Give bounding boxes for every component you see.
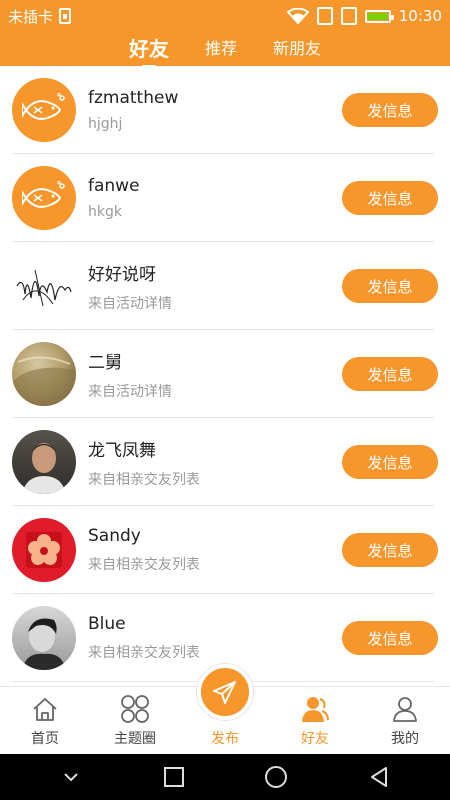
status-left: 未插卡 [8,6,72,27]
system-nav-bar [0,754,450,800]
carrier-text: 未插卡 [8,7,54,26]
list-item[interactable]: fzmatthew hjghj 发信息 [0,66,450,154]
top-bar: 未插卡 10:30 好友 推荐 新朋友 [0,0,450,66]
nav-publish-label: 发布 [211,731,239,747]
paper-plane-icon [213,681,236,704]
list-item[interactable]: 二舅 来自活动详情 发信息 [0,330,450,418]
nav-home[interactable]: 首页 [0,687,90,754]
status-time: 10:30 [398,7,442,25]
friends-icon [300,694,330,724]
friend-info: 好好说呀 来自活动详情 [88,260,342,313]
avatar[interactable] [12,430,76,494]
avatar[interactable] [12,254,76,318]
person-icon [390,694,420,724]
friend-info: 龙飞凤舞 来自相亲交友列表 [88,436,342,489]
friend-info: Blue 来自相亲交友列表 [88,614,342,662]
friend-name: fzmatthew [88,88,179,108]
recents-square-icon[interactable] [156,759,192,795]
header-tabs: 好友 推荐 新朋友 [0,32,450,66]
flower-icon [26,532,62,568]
signal-icon [316,7,333,25]
send-message-button[interactable]: 发信息 [342,621,438,655]
friend-source: 来自相亲交友列表 [88,471,200,488]
signature-avatar-icon [16,269,72,307]
nav-home-label: 首页 [31,731,59,747]
friend-name: 二舅 [88,352,122,373]
tab-friends[interactable]: 好友 [129,33,169,66]
friend-info: fzmatthew hjghj [88,88,342,132]
sim-icon [59,8,72,24]
grid-circles-icon [120,694,150,724]
friend-source: 来自活动详情 [88,295,172,312]
send-message-button[interactable]: 发信息 [342,181,438,215]
home-circle-icon[interactable] [258,759,294,795]
home-icon [30,694,60,724]
friend-source: hjghj [88,116,123,132]
send-message-button[interactable]: 发信息 [342,93,438,127]
fish-logo-icon [22,181,65,208]
status-bar: 未插卡 10:30 [0,0,450,32]
send-message-button[interactable]: 发信息 [342,445,438,479]
friend-source: 来自活动详情 [88,383,172,400]
nav-friends-label: 好友 [301,731,329,747]
tab-new-friends[interactable]: 新朋友 [273,35,321,63]
chevron-down-icon[interactable] [53,759,89,795]
list-item[interactable]: 好好说呀 来自活动详情 发信息 [0,242,450,330]
nav-mine[interactable]: 我的 [360,687,450,754]
friend-info: fanwe hkgk [88,176,342,220]
avatar[interactable] [12,518,76,582]
friend-name: 龙飞凤舞 [88,440,156,461]
back-triangle-icon[interactable] [361,759,397,795]
send-message-button[interactable]: 发信息 [342,357,438,391]
friend-name: Blue [88,614,126,634]
list-item[interactable]: fanwe hkgk 发信息 [0,154,450,242]
avatar[interactable] [12,78,76,142]
friend-name: 好好说呀 [88,264,156,285]
publish-button[interactable] [197,664,253,720]
avatar[interactable] [12,342,76,406]
nav-topics-label: 主题圈 [114,731,156,747]
fish-logo-icon [22,93,65,120]
nav-mine-label: 我的 [391,731,419,747]
photo-avatar-icon [12,356,76,406]
status-right: 10:30 [286,7,442,25]
friend-info: Sandy 来自相亲交友列表 [88,526,342,574]
wifi-icon [286,8,309,24]
list-item[interactable]: 龙飞凤舞 来自相亲交友列表 发信息 [0,418,450,506]
list-item[interactable]: Sandy 来自相亲交友列表 发信息 [0,506,450,594]
person-photo-icon [22,443,66,494]
send-message-button[interactable]: 发信息 [342,269,438,303]
friend-source: 来自相亲交友列表 [88,645,200,661]
battery-icon [364,9,394,23]
friend-info: 二舅 来自活动详情 [88,348,342,401]
friend-name: Sandy [88,526,141,546]
person-photo-icon [22,618,66,670]
nav-topics[interactable]: 主题圈 [90,687,180,754]
friend-source: 来自相亲交友列表 [88,557,200,573]
send-message-button[interactable]: 发信息 [342,533,438,567]
avatar[interactable] [12,606,76,670]
avatar[interactable] [12,166,76,230]
friend-list: fzmatthew hjghj 发信息 fanwe hkgk 发信息 好好说呀 … [0,66,450,686]
signal-icon-2 [340,7,357,25]
tab-recommend[interactable]: 推荐 [205,35,237,63]
nav-friends[interactable]: 好友 [270,687,360,754]
friend-name: fanwe [88,176,140,196]
friend-source: hkgk [88,204,122,220]
